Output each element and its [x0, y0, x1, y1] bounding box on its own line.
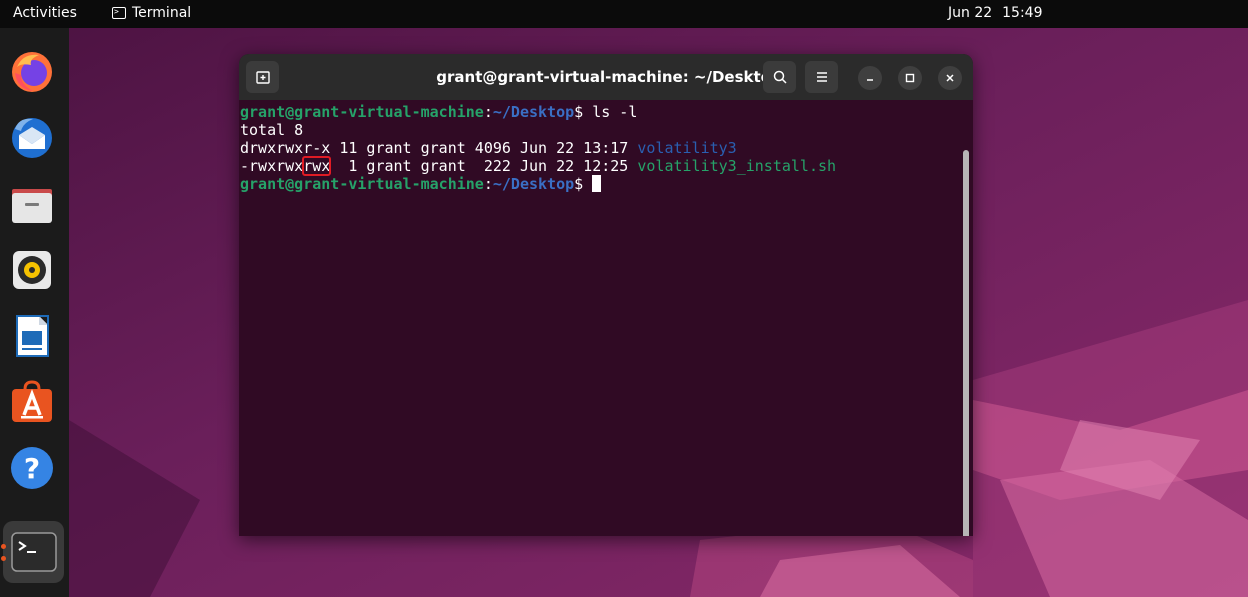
help-icon: ?	[11, 447, 53, 489]
dock-help[interactable]: ?	[8, 444, 56, 492]
terminal-titlebar[interactable]: grant@grant-virtual-machine: ~/Desktop	[239, 54, 973, 100]
text-cursor	[592, 175, 602, 192]
maximize-icon	[905, 73, 915, 83]
dock-rhythmbox[interactable]	[8, 246, 56, 294]
command-text: ls -l	[583, 103, 638, 121]
terminal-line-total: total 8	[240, 121, 304, 139]
dock-files[interactable]	[8, 180, 56, 228]
file-listing-meta: 1 grant grant 222 Jun 22 12:25	[330, 157, 638, 175]
dir-name: volatility3	[637, 139, 737, 157]
dock-thunderbird[interactable]	[8, 114, 56, 162]
dock: ?	[0, 28, 69, 597]
terminal-icon	[10, 532, 57, 572]
clock[interactable]: Jun 22 15:49	[948, 5, 1043, 21]
clock-date: Jun 22	[948, 5, 993, 21]
activities-button[interactable]: Activities	[13, 5, 77, 21]
top-bar: Activities > Terminal Jun 22 15:49	[0, 0, 1248, 28]
menu-button[interactable]	[805, 61, 838, 93]
app-menu-terminal[interactable]: > Terminal	[112, 5, 191, 21]
prompt-symbol: $	[574, 103, 584, 121]
minimize-icon	[867, 79, 873, 81]
terminal-window[interactable]: grant@grant-virtual-machine: ~/Desktop g…	[239, 54, 973, 536]
executable-file-name: volatility3_install.sh	[637, 157, 837, 175]
thunderbird-icon	[12, 118, 52, 158]
terminal-mini-icon: >	[112, 7, 126, 19]
prompt-user: grant@grant-virtual-machine	[240, 103, 484, 121]
dock-terminal[interactable]	[3, 521, 64, 583]
app-store-icon	[12, 380, 52, 422]
close-icon	[946, 74, 954, 82]
running-indicator	[1, 556, 6, 561]
terminal-line-prompt: grant@grant-virtual-machine:~/Desktop$	[240, 175, 602, 193]
hamburger-icon	[816, 72, 827, 82]
document-icon	[16, 315, 49, 357]
clock-time: 15:49	[1002, 5, 1043, 21]
maximize-button[interactable]	[898, 66, 922, 90]
svg-text:?: ?	[24, 452, 40, 485]
app-menu-label: Terminal	[132, 5, 192, 21]
prompt-user: grant@grant-virtual-machine	[240, 175, 484, 193]
prompt-path: ~/Desktop	[492, 103, 575, 121]
terminal-output[interactable]: grant@grant-virtual-machine:~/Desktop$ l…	[239, 100, 973, 536]
dock-software[interactable]	[8, 378, 56, 426]
highlighted-permissions: rwx	[302, 156, 332, 176]
firefox-icon	[12, 52, 52, 92]
desktop: Activities > Terminal Jun 22 15:49 ? gra…	[0, 0, 1248, 597]
terminal-line-dir: drwxrwxr-x 11 grant grant 4096 Jun 22 13…	[240, 139, 737, 157]
search-button[interactable]	[763, 61, 796, 93]
dir-listing-meta: drwxrwxr-x 11 grant grant 4096 Jun 22 13…	[240, 139, 638, 157]
minimize-button[interactable]	[858, 66, 882, 90]
prompt-symbol: $	[574, 175, 584, 193]
scrollbar[interactable]	[963, 150, 969, 536]
terminal-line-file: -rwxrwxrwx 1 grant grant 222 Jun 22 12:2…	[240, 156, 837, 176]
prompt-separator: :	[483, 175, 493, 193]
dock-firefox[interactable]	[8, 48, 56, 96]
prompt-path: ~/Desktop	[492, 175, 575, 193]
close-button[interactable]	[938, 66, 962, 90]
search-icon	[773, 70, 787, 84]
speaker-icon	[13, 251, 51, 289]
dock-libreoffice-writer[interactable]	[8, 312, 56, 360]
files-icon	[12, 189, 52, 223]
running-indicator	[1, 544, 6, 549]
window-title: grant@grant-virtual-machine: ~/Desktop	[436, 68, 782, 86]
terminal-line-command: grant@grant-virtual-machine:~/Desktop$ l…	[240, 103, 637, 121]
new-tab-button[interactable]	[246, 61, 279, 93]
new-tab-icon	[255, 71, 270, 84]
file-permissions-prefix: -rwxrwx	[240, 157, 304, 175]
prompt-separator: :	[483, 103, 493, 121]
